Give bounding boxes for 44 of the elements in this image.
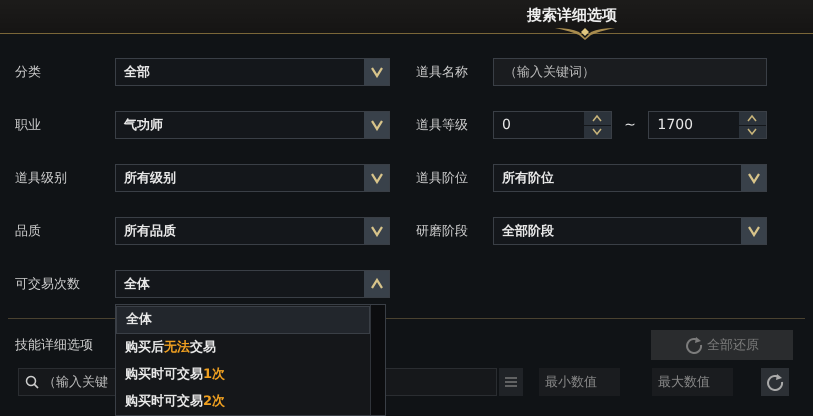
refresh-icon — [766, 373, 784, 391]
chevron-down-icon — [746, 128, 758, 136]
dropdown-select[interactable]: 全部阶段 — [493, 217, 767, 245]
field-label: 品质 — [15, 223, 42, 240]
menu-option[interactable]: 购买时可交易1次 — [116, 362, 370, 388]
spin-down-button[interactable] — [738, 126, 766, 138]
dropdown-select[interactable]: 全部 — [115, 58, 390, 86]
refresh-icon — [685, 336, 703, 354]
spin-up-button[interactable] — [584, 112, 611, 124]
spin-down-button[interactable] — [584, 126, 611, 138]
min-value-field[interactable]: 最小数值 — [539, 368, 620, 396]
scrollbar[interactable] — [370, 305, 385, 415]
max-value-field[interactable]: 最大数值 — [652, 368, 733, 396]
field-label: 研磨阶段 — [416, 223, 469, 240]
spin-up-button[interactable] — [738, 112, 766, 124]
menu-option[interactable]: 购买后无法交易 — [116, 335, 370, 361]
window-title: 搜索详细选项 — [527, 6, 617, 25]
dropdown-select[interactable]: 气功师 — [115, 111, 390, 139]
max-level-field[interactable]: 1700 — [648, 111, 767, 139]
field-label: 分类 — [15, 64, 42, 81]
field-label: 可交易次数 — [15, 276, 81, 293]
dropdown-select[interactable]: 所有品质 — [115, 217, 390, 245]
chevron-up-icon — [591, 114, 604, 122]
list-button[interactable] — [499, 368, 523, 396]
menu-option[interactable]: 购买时可交易2次 — [116, 389, 370, 415]
range-separator: ~ — [623, 117, 637, 133]
field-label: 道具等级 — [416, 117, 469, 134]
field-label: 道具阶位 — [416, 170, 469, 187]
chevron-down-icon — [591, 128, 604, 136]
search-icon — [25, 375, 39, 389]
section-label: 技能详细选项 — [15, 337, 93, 354]
field-label: 职业 — [15, 117, 42, 134]
min-level-field[interactable]: 0 — [493, 111, 612, 139]
refresh-button[interactable] — [761, 368, 789, 396]
dropdown-select[interactable]: 所有级别 — [115, 164, 390, 192]
field-label: 道具级别 — [15, 170, 68, 187]
ornament-icon — [555, 26, 615, 40]
item-name-field[interactable]: （输入关键词） — [493, 58, 767, 86]
list-icon — [505, 377, 517, 387]
dropdown-select[interactable]: 全体 — [115, 270, 390, 298]
menu-option[interactable]: 全体 — [116, 306, 370, 334]
dropdown-select[interactable]: 所有阶位 — [493, 164, 767, 192]
chevron-up-icon — [746, 114, 758, 122]
field-label: 道具名称 — [416, 64, 469, 81]
